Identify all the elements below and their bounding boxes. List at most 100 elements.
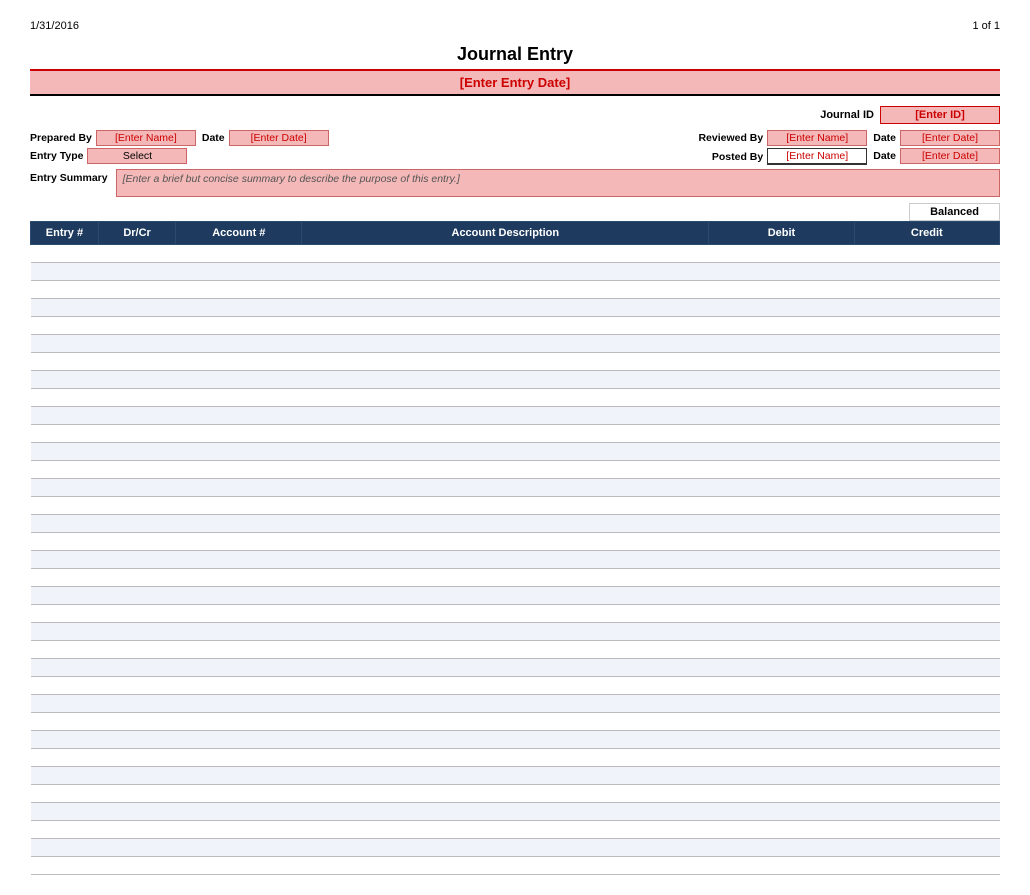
table-cell[interactable] <box>709 461 854 479</box>
table-cell[interactable] <box>854 299 999 317</box>
table-cell[interactable] <box>709 551 854 569</box>
table-cell[interactable] <box>176 551 302 569</box>
table-cell[interactable] <box>709 677 854 695</box>
table-cell[interactable] <box>302 803 709 821</box>
table-cell[interactable] <box>98 353 176 371</box>
table-cell[interactable] <box>31 569 99 587</box>
table-row[interactable] <box>31 803 1000 821</box>
table-cell[interactable] <box>98 317 176 335</box>
table-row[interactable] <box>31 605 1000 623</box>
table-cell[interactable] <box>98 641 176 659</box>
table-cell[interactable] <box>98 389 176 407</box>
table-cell[interactable] <box>854 623 999 641</box>
table-cell[interactable] <box>709 497 854 515</box>
table-row[interactable] <box>31 857 1000 875</box>
table-cell[interactable] <box>302 407 709 425</box>
table-cell[interactable] <box>176 731 302 749</box>
table-cell[interactable] <box>176 299 302 317</box>
table-cell[interactable] <box>302 497 709 515</box>
reviewed-date-value[interactable]: [Enter Date] <box>900 130 1000 146</box>
table-row[interactable] <box>31 443 1000 461</box>
table-cell[interactable] <box>31 821 99 839</box>
table-cell[interactable] <box>98 623 176 641</box>
table-cell[interactable] <box>176 497 302 515</box>
table-cell[interactable] <box>709 623 854 641</box>
table-cell[interactable] <box>709 371 854 389</box>
table-cell[interactable] <box>709 533 854 551</box>
table-cell[interactable] <box>709 803 854 821</box>
table-cell[interactable] <box>176 335 302 353</box>
table-cell[interactable] <box>854 677 999 695</box>
table-cell[interactable] <box>176 605 302 623</box>
table-row[interactable] <box>31 245 1000 263</box>
table-cell[interactable] <box>709 299 854 317</box>
table-row[interactable] <box>31 515 1000 533</box>
table-cell[interactable] <box>854 857 999 875</box>
table-cell[interactable] <box>302 425 709 443</box>
table-cell[interactable] <box>98 749 176 767</box>
table-cell[interactable] <box>302 389 709 407</box>
table-cell[interactable] <box>31 551 99 569</box>
table-cell[interactable] <box>31 425 99 443</box>
table-cell[interactable] <box>854 569 999 587</box>
table-cell[interactable] <box>709 659 854 677</box>
table-row[interactable] <box>31 767 1000 785</box>
table-cell[interactable] <box>854 497 999 515</box>
reviewed-by-value[interactable]: [Enter Name] <box>767 130 867 146</box>
table-cell[interactable] <box>98 857 176 875</box>
table-cell[interactable] <box>176 479 302 497</box>
table-cell[interactable] <box>709 749 854 767</box>
table-cell[interactable] <box>176 353 302 371</box>
table-cell[interactable] <box>98 299 176 317</box>
table-row[interactable] <box>31 641 1000 659</box>
table-cell[interactable] <box>709 245 854 263</box>
table-cell[interactable] <box>176 281 302 299</box>
table-cell[interactable] <box>854 821 999 839</box>
table-cell[interactable] <box>854 785 999 803</box>
table-cell[interactable] <box>302 857 709 875</box>
table-row[interactable] <box>31 659 1000 677</box>
table-cell[interactable] <box>98 479 176 497</box>
table-cell[interactable] <box>709 641 854 659</box>
table-cell[interactable] <box>302 569 709 587</box>
table-cell[interactable] <box>98 821 176 839</box>
table-cell[interactable] <box>709 695 854 713</box>
table-cell[interactable] <box>302 767 709 785</box>
table-cell[interactable] <box>176 623 302 641</box>
table-cell[interactable] <box>854 335 999 353</box>
table-cell[interactable] <box>854 731 999 749</box>
table-cell[interactable] <box>31 605 99 623</box>
table-cell[interactable] <box>31 659 99 677</box>
table-cell[interactable] <box>302 605 709 623</box>
table-cell[interactable] <box>176 821 302 839</box>
journal-id-value[interactable]: [Enter ID] <box>880 106 1000 124</box>
table-cell[interactable] <box>31 245 99 263</box>
table-row[interactable] <box>31 749 1000 767</box>
table-cell[interactable] <box>302 785 709 803</box>
table-cell[interactable] <box>854 695 999 713</box>
table-cell[interactable] <box>98 803 176 821</box>
table-cell[interactable] <box>854 389 999 407</box>
table-cell[interactable] <box>302 677 709 695</box>
table-cell[interactable] <box>709 407 854 425</box>
table-cell[interactable] <box>709 767 854 785</box>
table-cell[interactable] <box>31 713 99 731</box>
table-row[interactable] <box>31 695 1000 713</box>
table-row[interactable] <box>31 713 1000 731</box>
table-cell[interactable] <box>709 443 854 461</box>
table-cell[interactable] <box>854 263 999 281</box>
table-cell[interactable] <box>98 785 176 803</box>
prepared-by-value[interactable]: [Enter Name] <box>96 130 196 146</box>
table-cell[interactable] <box>98 731 176 749</box>
table-cell[interactable] <box>176 407 302 425</box>
table-cell[interactable] <box>302 263 709 281</box>
table-row[interactable] <box>31 461 1000 479</box>
table-cell[interactable] <box>302 317 709 335</box>
table-cell[interactable] <box>176 371 302 389</box>
table-row[interactable] <box>31 785 1000 803</box>
table-cell[interactable] <box>31 785 99 803</box>
table-cell[interactable] <box>302 461 709 479</box>
table-cell[interactable] <box>176 461 302 479</box>
table-cell[interactable] <box>98 371 176 389</box>
table-row[interactable] <box>31 263 1000 281</box>
